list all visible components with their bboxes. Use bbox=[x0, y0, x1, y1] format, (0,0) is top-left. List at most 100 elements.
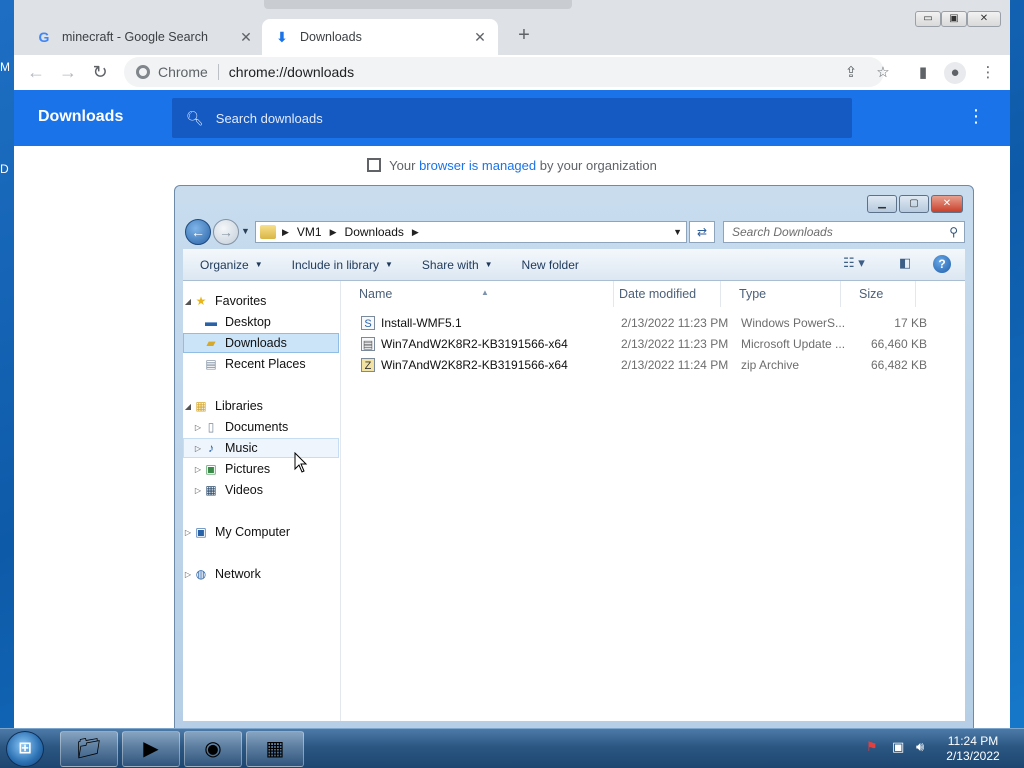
new-folder-button[interactable]: New folder bbox=[522, 258, 579, 272]
expand-icon[interactable]: ▷ bbox=[193, 465, 203, 474]
taskbar-chrome-icon[interactable]: ◉ bbox=[184, 731, 242, 767]
profile-avatar-icon[interactable]: ● bbox=[944, 62, 966, 84]
expand-icon[interactable]: ▷ bbox=[193, 486, 203, 495]
window-drag-handle[interactable] bbox=[264, 0, 572, 9]
nav-label: Recent Places bbox=[225, 357, 306, 371]
desktop-icon-fragment[interactable]: M bbox=[0, 60, 14, 80]
expand-icon[interactable]: ▷ bbox=[193, 444, 203, 453]
desktop-icon-fragment[interactable]: D bbox=[0, 162, 14, 182]
nav-recent-places[interactable]: ▤ Recent Places bbox=[183, 354, 339, 374]
taskbar-calculator-icon[interactable]: ▦ bbox=[246, 731, 304, 767]
breadcrumb-vm1[interactable]: VM1 bbox=[297, 225, 322, 239]
forward-button[interactable]: → bbox=[56, 61, 80, 85]
expand-icon[interactable]: ▷ bbox=[183, 570, 193, 579]
nav-my-computer[interactable]: ▷ ▣ My Computer bbox=[183, 522, 339, 542]
change-view-icon[interactable]: ☷ ▾ bbox=[843, 255, 865, 271]
file-row[interactable]: S Install-WMF5.1 2/13/2022 11:23 PM Wind… bbox=[341, 313, 951, 334]
taskbar-media-player-icon[interactable]: ▶ bbox=[122, 731, 180, 767]
help-icon[interactable]: ? bbox=[933, 255, 951, 273]
nav-network[interactable]: ▷ ◍ Network bbox=[183, 564, 339, 584]
omnibox-separator bbox=[217, 64, 219, 80]
column-header-date[interactable]: Date modified bbox=[601, 281, 721, 307]
preview-pane-icon[interactable]: ◧ bbox=[899, 255, 911, 271]
managed-link[interactable]: browser is managed bbox=[419, 158, 536, 173]
page-title: Downloads bbox=[38, 108, 124, 125]
kebab-menu-icon[interactable]: ⋮ bbox=[977, 62, 999, 84]
column-header-size[interactable]: Size bbox=[841, 281, 916, 307]
collapse-icon[interactable]: ◢ bbox=[183, 402, 193, 411]
command-label: Organize bbox=[200, 257, 249, 272]
explorer-search-input[interactable]: Search Downloads ⚲ bbox=[723, 221, 965, 243]
start-button[interactable]: ⊞ bbox=[6, 731, 44, 767]
tab-title: minecraft - Google Search bbox=[62, 30, 208, 44]
more-actions-icon[interactable]: ⋮ bbox=[966, 106, 986, 127]
file-row[interactable]: Z Win7AndW2K8R2-KB3191566-x64 2/13/2022 … bbox=[341, 355, 951, 376]
expand-icon[interactable]: ▷ bbox=[183, 528, 193, 537]
minimize-button[interactable]: ▭ bbox=[915, 11, 941, 27]
nav-label: Favorites bbox=[215, 294, 267, 308]
refresh-icon[interactable]: ⇄ bbox=[689, 221, 715, 243]
nav-favorites[interactable]: ◢ ★ Favorites bbox=[183, 291, 339, 311]
explorer-back-button[interactable]: ← bbox=[185, 219, 211, 245]
file-size: 17 KB bbox=[894, 316, 927, 330]
reload-button[interactable]: ↻ bbox=[88, 61, 112, 85]
search-downloads-input[interactable]: 🔍︎ Search downloads bbox=[172, 98, 852, 138]
network-icon: ◍ bbox=[195, 567, 207, 581]
include-in-library-button[interactable]: Include in library ▼ bbox=[292, 258, 393, 272]
network-status-icon[interactable]: ▣ bbox=[892, 739, 904, 755]
address-bar[interactable]: Chrome chrome://downloads bbox=[124, 57, 884, 87]
folder-icon bbox=[260, 225, 276, 239]
system-clock[interactable]: 11:24 PM 2/13/2022 bbox=[936, 734, 1010, 764]
expand-icon[interactable]: ▷ bbox=[193, 423, 203, 432]
breadcrumb-arrow[interactable]: ▶ bbox=[330, 227, 337, 238]
file-row[interactable]: ▤ Win7AndW2K8R2-KB3191566-x64 2/13/2022 … bbox=[341, 334, 951, 355]
breadcrumb-arrow[interactable]: ▶ bbox=[282, 227, 289, 238]
explorer-forward-button[interactable]: → bbox=[213, 219, 239, 245]
explorer-minimize-button[interactable]: ▁ bbox=[867, 195, 897, 213]
organize-button[interactable]: Organize ▼ bbox=[200, 258, 263, 272]
bookmark-star-icon[interactable]: ☆ bbox=[872, 62, 894, 84]
nav-documents[interactable]: ▷ ▯ Documents bbox=[183, 417, 339, 437]
new-tab-button[interactable]: + bbox=[512, 24, 536, 48]
explorer-maximize-button[interactable]: ▢ bbox=[899, 195, 929, 213]
action-center-icon[interactable]: ⚑ bbox=[866, 739, 878, 755]
nav-libraries[interactable]: ◢ ▦ Libraries bbox=[183, 396, 339, 416]
close-tab-icon[interactable]: ✕ bbox=[470, 29, 490, 46]
volume-icon[interactable]: 🔊︎ bbox=[916, 739, 924, 755]
nav-downloads[interactable]: ▰ Downloads bbox=[183, 333, 339, 353]
nav-pictures[interactable]: ▷ ▣ Pictures bbox=[183, 459, 339, 479]
breadcrumb-arrow[interactable]: ▶ bbox=[412, 227, 419, 238]
url-text[interactable]: chrome://downloads bbox=[229, 64, 354, 80]
close-window-button[interactable]: ✕ bbox=[967, 11, 1001, 27]
managed-suffix: by your organization bbox=[539, 158, 657, 173]
explorer-content: ◢ ★ Favorites ▬ Desktop ▰ Downloads ▤ Re… bbox=[183, 281, 965, 721]
column-header-type[interactable]: Type bbox=[721, 281, 841, 307]
tab-downloads[interactable]: ⬇ Downloads ✕ bbox=[262, 19, 498, 55]
side-panel-icon[interactable]: ▮ bbox=[912, 62, 934, 84]
nav-label: Documents bbox=[225, 420, 289, 434]
tab-minecraft-search[interactable]: G minecraft - Google Search ✕ bbox=[24, 19, 264, 55]
column-header-name[interactable]: Name ▲ bbox=[341, 281, 614, 307]
breadcrumb-downloads[interactable]: Downloads bbox=[345, 225, 404, 239]
restore-button[interactable]: ▣ bbox=[941, 11, 967, 27]
taskbar-explorer-icon[interactable]: 📁︎ bbox=[60, 731, 118, 767]
nav-desktop[interactable]: ▬ Desktop bbox=[183, 312, 339, 332]
address-dropdown-icon[interactable]: ▼ bbox=[673, 227, 682, 237]
nav-videos[interactable]: ▷ ▦ Videos bbox=[183, 480, 339, 500]
tab-strip: G minecraft - Google Search ✕ ⬇ Download… bbox=[14, 0, 1010, 55]
recent-pages-dropdown[interactable]: ▼ bbox=[241, 226, 250, 236]
collapse-icon[interactable]: ◢ bbox=[183, 297, 193, 306]
back-button[interactable]: ← bbox=[24, 61, 48, 85]
share-icon[interactable]: ⇪ bbox=[840, 62, 862, 84]
explorer-address-bar[interactable]: ▶ VM1 ▶ Downloads ▶ ▼ bbox=[255, 221, 687, 243]
managed-notice: Your browser is managed by your organiza… bbox=[14, 158, 1010, 173]
file-name: Win7AndW2K8R2-KB3191566-x64 bbox=[381, 358, 568, 372]
nav-music[interactable]: ▷ ♪ Music bbox=[183, 438, 339, 458]
search-placeholder: Search downloads bbox=[215, 110, 323, 126]
nav-label: Music bbox=[225, 441, 258, 455]
download-icon: ⬇ bbox=[276, 28, 288, 45]
close-tab-icon[interactable]: ✕ bbox=[236, 29, 256, 46]
explorer-close-button[interactable]: ✕ bbox=[931, 195, 963, 213]
share-with-button[interactable]: Share with ▼ bbox=[422, 258, 493, 272]
zip-archive-icon: Z bbox=[361, 358, 375, 372]
